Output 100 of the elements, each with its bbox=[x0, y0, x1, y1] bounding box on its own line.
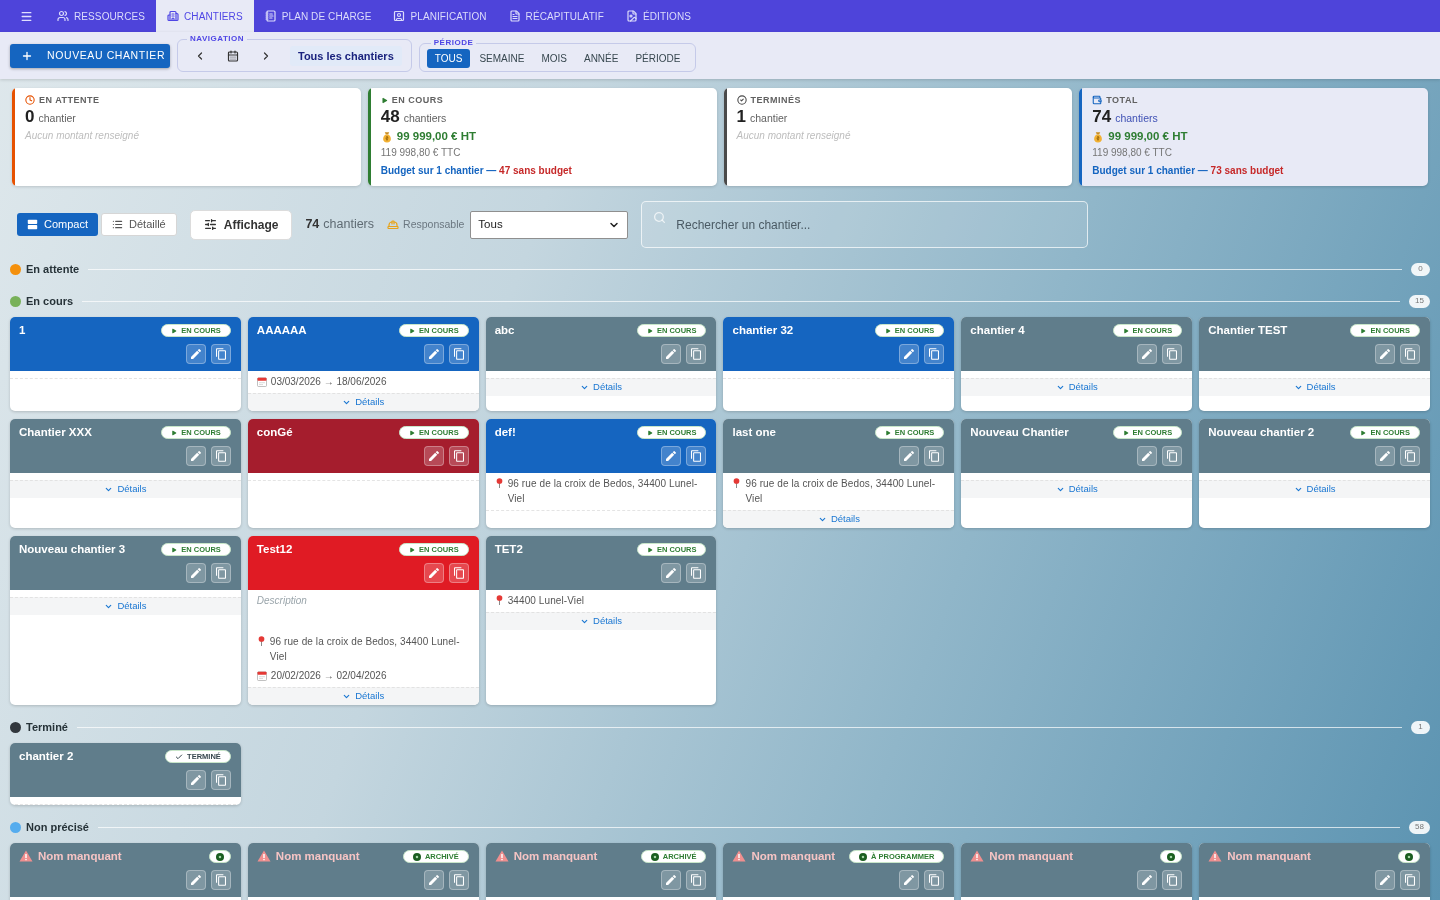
chevron-down-icon bbox=[342, 398, 352, 407]
duplicate-button[interactable] bbox=[1400, 870, 1420, 890]
period-option[interactable]: MOIS bbox=[533, 49, 575, 68]
edit-button[interactable] bbox=[1137, 344, 1158, 364]
card-title: Chantier TEST bbox=[1208, 324, 1288, 337]
period-option[interactable]: ANNÉE bbox=[575, 49, 627, 68]
manager-select[interactable]: Tous bbox=[470, 210, 629, 239]
site-card[interactable]: Nom manquant bbox=[961, 843, 1193, 900]
duplicate-button[interactable] bbox=[448, 446, 469, 466]
pencil-icon bbox=[1380, 875, 1390, 885]
nav-tab[interactable]: PLAN DE CHARGE bbox=[253, 0, 383, 32]
wallet-icon bbox=[1092, 95, 1103, 105]
details-button[interactable]: Détails bbox=[961, 378, 1193, 396]
duplicate-button[interactable] bbox=[924, 870, 945, 890]
section-count: 1 bbox=[1411, 720, 1430, 734]
copy-icon bbox=[1167, 450, 1178, 462]
copy-icon bbox=[215, 348, 226, 360]
edit-button[interactable] bbox=[1375, 446, 1395, 466]
edit-button[interactable] bbox=[423, 344, 444, 364]
card-title: Nouveau chantier 2 bbox=[1208, 426, 1315, 439]
edit-button[interactable] bbox=[1137, 870, 1158, 890]
building-icon bbox=[167, 10, 179, 22]
nav-tab[interactable]: RÉCAPITULATIF bbox=[497, 0, 615, 32]
edit-button[interactable] bbox=[185, 446, 206, 466]
edit-button[interactable] bbox=[423, 563, 444, 583]
duplicate-button[interactable] bbox=[1400, 344, 1420, 364]
details-button[interactable]: Détails bbox=[961, 480, 1193, 498]
details-button[interactable]: Détails bbox=[1199, 378, 1430, 396]
duplicate-button[interactable] bbox=[1162, 446, 1183, 466]
details-button[interactable]: Détails bbox=[485, 612, 717, 630]
new-site-button[interactable]: NOUVEAU CHANTIER bbox=[10, 43, 170, 68]
users-icon bbox=[57, 10, 69, 22]
calendar-icon bbox=[256, 376, 267, 387]
edit-button[interactable] bbox=[661, 446, 682, 466]
duplicate-button[interactable] bbox=[210, 770, 231, 790]
edit-button[interactable] bbox=[899, 870, 920, 890]
pencil-icon bbox=[428, 349, 439, 359]
duplicate-button[interactable] bbox=[1162, 870, 1183, 890]
duplicate-button[interactable] bbox=[686, 870, 707, 890]
pencil-icon bbox=[1380, 349, 1390, 359]
view-toggle[interactable]: Compact bbox=[17, 213, 99, 236]
play-icon bbox=[1360, 327, 1367, 334]
site-card[interactable]: Nom manquant bbox=[1199, 843, 1430, 900]
duplicate-button[interactable] bbox=[686, 563, 707, 583]
edit-button[interactable] bbox=[1137, 446, 1158, 466]
nav-tab[interactable]: ÉDITIONS bbox=[614, 0, 702, 32]
duplicate-button[interactable] bbox=[924, 446, 945, 466]
details-button[interactable]: Détails bbox=[10, 597, 241, 615]
check-circle-icon bbox=[736, 95, 747, 105]
details-button[interactable]: Détails bbox=[247, 687, 479, 705]
duplicate-button[interactable] bbox=[448, 563, 469, 583]
edit-button[interactable] bbox=[661, 870, 682, 890]
duplicate-button[interactable] bbox=[210, 870, 231, 890]
period-option[interactable]: PÉRIODE bbox=[627, 49, 689, 68]
copy-icon bbox=[691, 348, 702, 360]
edit-button[interactable] bbox=[661, 563, 682, 583]
nav-tab[interactable]: CHANTIERS bbox=[156, 0, 254, 32]
period-option[interactable]: SEMAINE bbox=[471, 49, 533, 68]
duplicate-button[interactable] bbox=[1400, 446, 1420, 466]
nav-tab[interactable]: RESSOURCES bbox=[46, 0, 156, 32]
duplicate-button[interactable] bbox=[210, 344, 231, 364]
details-button[interactable]: Détails bbox=[247, 393, 479, 411]
pencil-icon bbox=[666, 349, 677, 359]
edit-button[interactable] bbox=[661, 344, 682, 364]
duplicate-button[interactable] bbox=[924, 344, 945, 364]
pencil-icon bbox=[666, 875, 677, 885]
edit-button[interactable] bbox=[185, 870, 206, 890]
nav-tab[interactable]: PLANIFICATION bbox=[382, 0, 498, 32]
details-button[interactable]: Détails bbox=[485, 378, 717, 396]
calendar-icon bbox=[256, 670, 267, 681]
site-card[interactable]: Nom manquant bbox=[10, 843, 241, 900]
edit-button[interactable] bbox=[185, 563, 206, 583]
duplicate-button[interactable] bbox=[686, 446, 707, 466]
pencil-icon bbox=[1380, 451, 1390, 461]
duplicate-button[interactable] bbox=[1162, 344, 1183, 364]
duplicate-button[interactable] bbox=[448, 870, 469, 890]
view-toggle[interactable]: Détaillé bbox=[101, 213, 177, 236]
details-button[interactable]: Détails bbox=[1199, 480, 1430, 498]
edit-button[interactable] bbox=[899, 446, 920, 466]
edit-button[interactable] bbox=[423, 446, 444, 466]
scope-chip[interactable]: Tous les chantiers bbox=[290, 46, 402, 66]
details-button[interactable]: Détails bbox=[10, 480, 241, 498]
edit-button[interactable] bbox=[423, 870, 444, 890]
search-field[interactable]: Rechercher un chantier... bbox=[641, 201, 1089, 248]
duplicate-button[interactable] bbox=[448, 344, 469, 364]
edit-button[interactable] bbox=[185, 344, 206, 364]
details-button[interactable]: Détails bbox=[723, 510, 955, 528]
group-legend: PÉRIODE bbox=[430, 37, 477, 49]
edit-button[interactable] bbox=[899, 344, 920, 364]
section-count: 0 bbox=[1411, 262, 1430, 276]
duplicate-button[interactable] bbox=[686, 344, 707, 364]
period-option[interactable]: TOUS bbox=[426, 49, 471, 68]
duplicate-button[interactable] bbox=[210, 446, 231, 466]
edit-button[interactable] bbox=[1375, 870, 1395, 890]
chevron-down-icon bbox=[104, 602, 114, 611]
card-title: chantier 32 bbox=[732, 324, 794, 337]
edit-button[interactable] bbox=[185, 770, 206, 790]
display-button[interactable]: Affichage bbox=[189, 209, 293, 240]
edit-button[interactable] bbox=[1375, 344, 1395, 364]
duplicate-button[interactable] bbox=[210, 563, 231, 583]
